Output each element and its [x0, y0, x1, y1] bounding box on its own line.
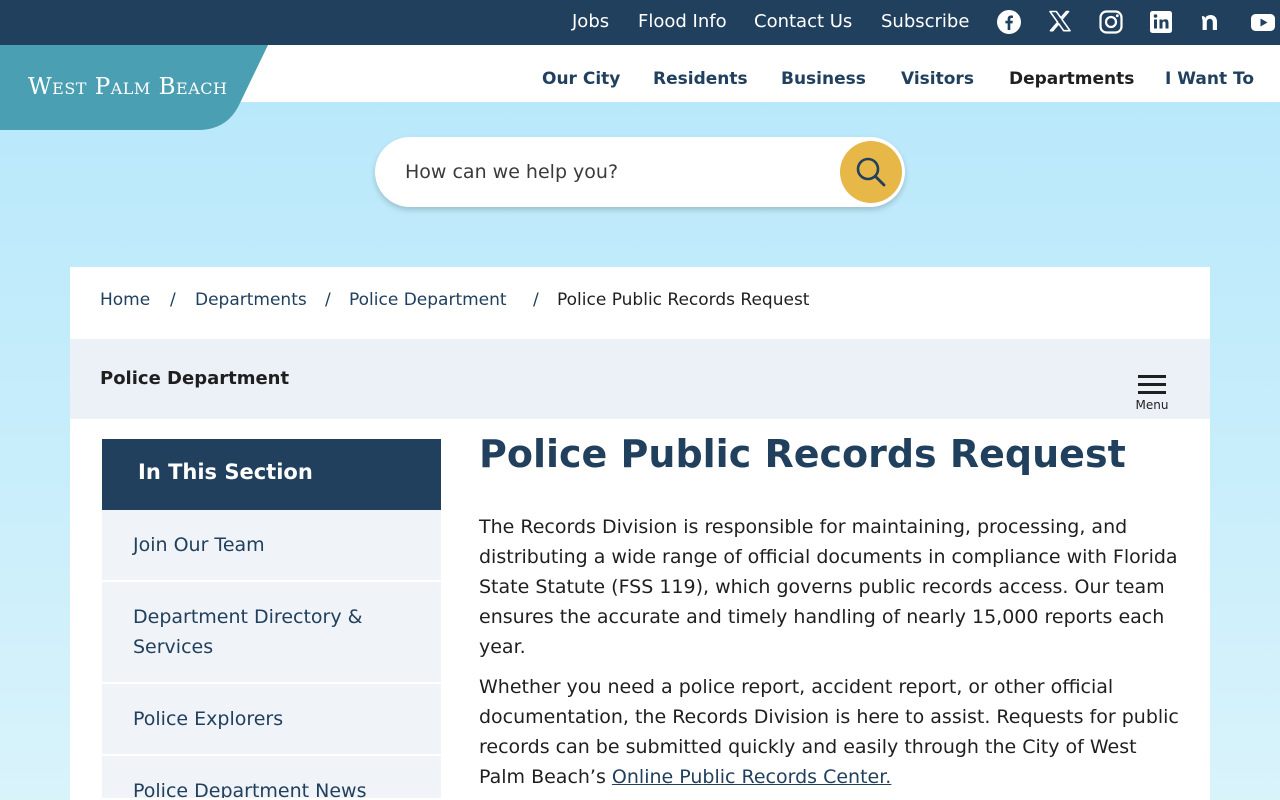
jobs-link[interactable]: Jobs	[572, 11, 609, 32]
subscribe-link[interactable]: Subscribe	[881, 11, 969, 32]
breadcrumb-police-department[interactable]: Police Department	[349, 290, 507, 310]
breadcrumb-home[interactable]: Home	[100, 290, 150, 310]
youtube-icon[interactable]	[1250, 9, 1276, 35]
online-public-records-center-link[interactable]: Online Public Records Center.	[612, 766, 891, 788]
nav-i-want-to[interactable]: I Want To	[1165, 69, 1254, 89]
site-logo[interactable]: West Palm Beach	[0, 45, 270, 130]
nav-residents[interactable]: Residents	[653, 69, 748, 89]
breadcrumb-separator: /	[533, 290, 539, 310]
menu-label: Menu	[1135, 398, 1169, 412]
breadcrumb-current: Police Public Records Request	[557, 290, 810, 310]
section-title: Police Department	[100, 368, 290, 389]
search-icon	[856, 157, 886, 187]
nav-our-city[interactable]: Our City	[542, 69, 620, 89]
x-twitter-icon[interactable]	[1047, 9, 1073, 35]
search-button[interactable]	[840, 141, 902, 203]
records-paragraph: Whether you need a police report, accide…	[479, 672, 1179, 792]
instagram-icon[interactable]	[1098, 9, 1124, 35]
hamburger-icon	[1138, 375, 1166, 394]
sidebar-item-police-explorers[interactable]: Police Explorers	[102, 684, 441, 756]
contact-us-link[interactable]: Contact Us	[754, 11, 852, 32]
sidebar-heading: In This Section	[102, 439, 441, 510]
utility-links: Jobs Flood Info Contact Us Subscribe	[0, 0, 1280, 45]
sidebar-item-department-directory[interactable]: Department Directory & Services	[102, 582, 441, 684]
breadcrumb-separator: /	[170, 290, 176, 310]
linkedin-icon[interactable]	[1148, 9, 1174, 35]
sidebar-item-join-our-team[interactable]: Join Our Team	[102, 510, 441, 582]
logo-text: West Palm Beach	[28, 74, 228, 100]
breadcrumb-separator: /	[325, 290, 331, 310]
search-bar	[375, 137, 905, 207]
nav-business[interactable]: Business	[781, 69, 866, 89]
nav-visitors[interactable]: Visitors	[901, 69, 974, 89]
flood-info-link[interactable]: Flood Info	[638, 11, 727, 32]
breadcrumb-departments[interactable]: Departments	[195, 290, 307, 310]
intro-paragraph: The Records Division is responsible for …	[479, 516, 1178, 658]
search-input[interactable]	[405, 137, 835, 207]
nextdoor-icon[interactable]	[1199, 9, 1225, 35]
nav-departments[interactable]: Departments	[1009, 69, 1134, 89]
page-title: Police Public Records Request	[479, 432, 1126, 476]
sidebar-item-police-department-news[interactable]: Police Department News	[102, 756, 441, 800]
facebook-icon[interactable]	[996, 9, 1022, 35]
section-menu-button[interactable]: Menu	[1130, 372, 1174, 414]
